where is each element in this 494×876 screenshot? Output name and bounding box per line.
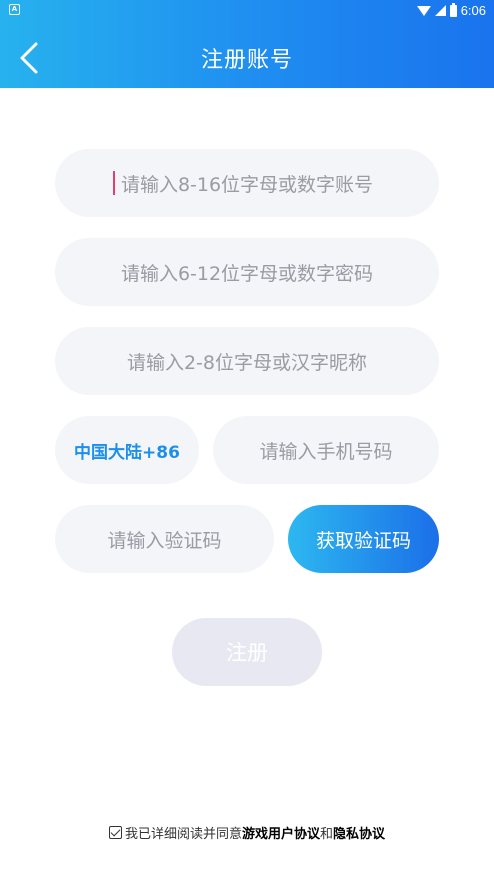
status-time: 6:06 <box>460 3 486 18</box>
status-bar: A 6:06 <box>0 0 494 22</box>
account-input[interactable]: 请输入8-16位字母或数字账号 <box>55 149 439 217</box>
code-placeholder: 请输入验证码 <box>107 529 222 552</box>
account-placeholder: 请输入8-16位字母或数字账号 <box>120 173 374 196</box>
agreement-row: 我已详细阅读并同意 游戏用户协议 和 隐私协议 <box>0 823 494 842</box>
signal-icon <box>434 5 446 16</box>
notification-icon: A <box>9 4 20 15</box>
get-code-label: 获取验证码 <box>315 529 411 552</box>
header-bar: A 6:06 注册账号 <box>0 0 494 88</box>
register-label: 注册 <box>226 641 268 665</box>
user-agreement-link[interactable]: 游戏用户协议 <box>242 823 320 842</box>
region-selector[interactable]: 中国大陆+86 <box>55 416 199 484</box>
nickname-input[interactable]: 请输入2-8位字母或汉字昵称 <box>55 327 439 395</box>
privacy-agreement-link[interactable]: 隐私协议 <box>333 823 385 842</box>
phone-input[interactable]: 请输入手机号码 <box>213 416 439 484</box>
battery-icon <box>449 2 457 17</box>
register-button[interactable]: 注册 <box>172 618 322 686</box>
text-caret <box>113 171 115 195</box>
verification-code-input[interactable]: 请输入验证码 <box>55 505 274 573</box>
agreement-conjunction: 和 <box>320 827 334 842</box>
get-code-button[interactable]: 获取验证码 <box>288 505 439 573</box>
phone-placeholder: 请输入手机号码 <box>259 440 393 463</box>
nickname-placeholder: 请输入2-8位字母或汉字昵称 <box>126 351 368 374</box>
status-icons: 6:06 <box>416 2 486 18</box>
agreement-checkbox[interactable] <box>108 826 122 839</box>
password-placeholder: 请输入6-12位字母或数字密码 <box>120 262 374 285</box>
password-input[interactable]: 请输入6-12位字母或数字密码 <box>55 238 439 306</box>
page-title: 注册账号 <box>200 48 293 73</box>
agreement-prefix: 我已详细阅读并同意 <box>124 827 242 842</box>
region-code: 中国大陆+86 <box>74 442 180 463</box>
wifi-icon <box>416 5 431 16</box>
